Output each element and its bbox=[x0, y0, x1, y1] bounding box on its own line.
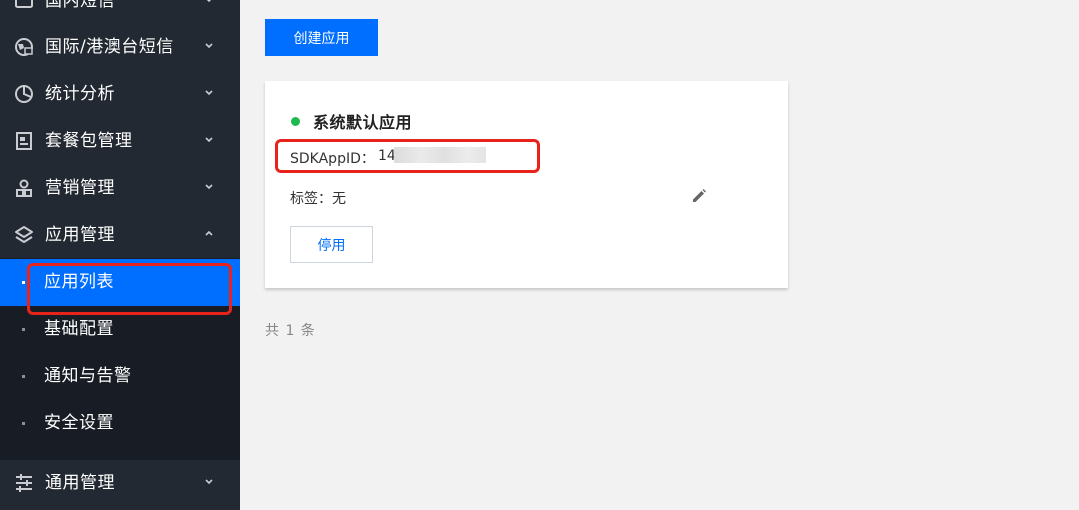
package-icon bbox=[16, 132, 32, 150]
sidebar-item-label: 应用管理 bbox=[45, 225, 115, 245]
pie-chart-icon bbox=[15, 85, 33, 103]
create-app-button[interactable]: 创建应用 bbox=[265, 19, 378, 56]
appid-label: SDKAppID： bbox=[290, 151, 375, 167]
sidebar-item-marketing[interactable]: 营销管理 bbox=[0, 165, 240, 212]
globe-icon bbox=[15, 38, 33, 56]
disable-button[interactable]: 停用 bbox=[290, 226, 373, 263]
status-indicator bbox=[291, 117, 300, 126]
sidebar-item-intl-sms[interactable]: 国际/港澳台短信 bbox=[0, 24, 240, 71]
sidebar-item-app-management[interactable]: 应用管理 bbox=[0, 212, 240, 259]
bullet-dot bbox=[22, 281, 25, 284]
layers-icon bbox=[15, 226, 33, 243]
sidebar-subitem-label: 应用列表 bbox=[44, 272, 114, 292]
app-card: 系统默认应用 SDKAppID： 14 标签：无 停用 bbox=[265, 81, 788, 288]
chevron-up-icon bbox=[205, 230, 213, 236]
chevron-down-icon bbox=[205, 90, 213, 96]
sidebar-item-general[interactable]: 通用管理 bbox=[0, 460, 240, 507]
bullet-dot bbox=[22, 375, 25, 378]
sidebar-item-label: 统计分析 bbox=[45, 84, 115, 104]
chevron-down-icon bbox=[206, 0, 212, 3]
sidebar-subitem-basic-config[interactable]: 基础配置 bbox=[0, 306, 240, 353]
sidebar-item-package[interactable]: 套餐包管理 bbox=[0, 118, 240, 165]
message-icon bbox=[15, 0, 33, 8]
sidebar: 国内短信 国际/港澳台短信 统计分析 套餐包管理 营销管理 应用管理 应用列表 … bbox=[0, 0, 240, 510]
sidebar-item-label: 国际/港澳台短信 bbox=[45, 37, 174, 57]
sliders-icon bbox=[16, 474, 32, 492]
pencil-icon[interactable] bbox=[691, 188, 707, 204]
sidebar-item-label: 套餐包管理 bbox=[45, 131, 133, 151]
chevron-down-icon bbox=[205, 184, 213, 190]
app-name: 系统默认应用 bbox=[313, 113, 413, 132]
sidebar-subitem-notify-alert[interactable]: 通知与告警 bbox=[0, 353, 240, 400]
chevron-down-icon bbox=[205, 137, 213, 143]
bullet-dot bbox=[22, 328, 25, 331]
sidebar-subitem-security[interactable]: 安全设置 bbox=[0, 400, 240, 447]
sidebar-item-label: 通用管理 bbox=[45, 473, 115, 493]
sidebar-subitem-label: 基础配置 bbox=[44, 319, 114, 339]
sidebar-item-label: 营销管理 bbox=[45, 178, 115, 198]
user-group-icon bbox=[16, 179, 32, 197]
sidebar-item-domestic-sms[interactable]: 国内短信 bbox=[0, 0, 240, 25]
chevron-down-icon bbox=[205, 43, 213, 49]
bullet-dot bbox=[22, 422, 25, 425]
sidebar-item-label: 国内短信 bbox=[45, 0, 115, 11]
sidebar-subitem-app-list[interactable]: 应用列表 bbox=[0, 259, 240, 306]
sidebar-subitem-label: 安全设置 bbox=[44, 413, 114, 433]
appid-redaction bbox=[394, 147, 486, 163]
sidebar-item-statistics[interactable]: 统计分析 bbox=[0, 71, 240, 118]
total-count: 共 1 条 bbox=[265, 323, 316, 339]
tag-label: 标签：无 bbox=[290, 191, 346, 207]
chevron-down-icon bbox=[205, 479, 213, 485]
sidebar-subitem-label: 通知与告警 bbox=[44, 366, 132, 386]
